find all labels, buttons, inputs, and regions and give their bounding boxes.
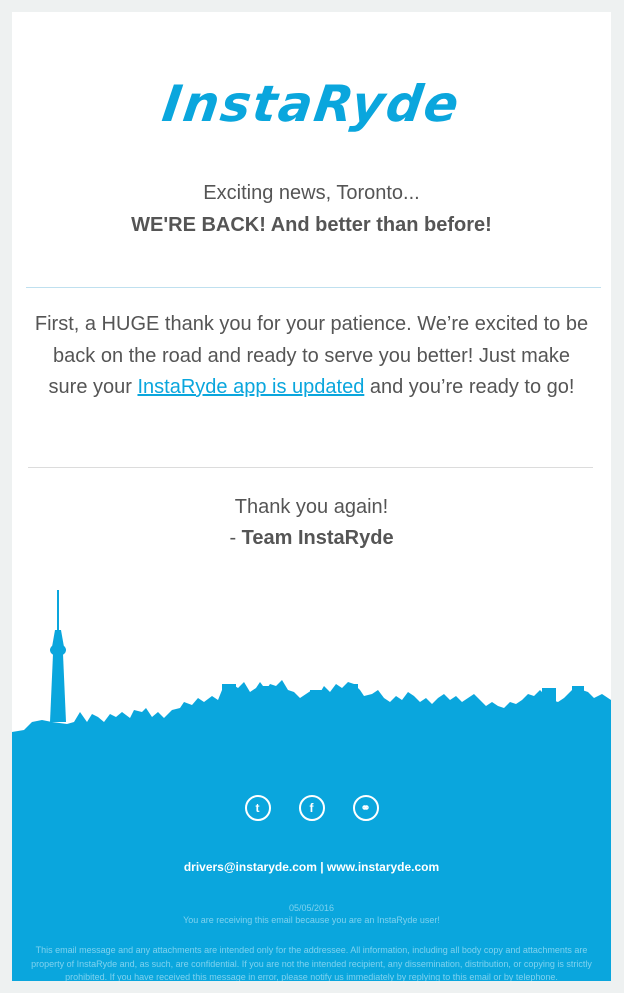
thanks-line: Thank you again! — [234, 496, 389, 518]
intro-block: Exciting news, Toronto... WE'RE BACK! An… — [12, 177, 611, 241]
logo-text: InstaRyde — [158, 75, 465, 133]
footer-meta: 05/05/2016 You are receiving this email … — [12, 902, 611, 926]
divider-top — [26, 287, 601, 288]
signoff-block: Thank you again! - Team InstaRyde — [12, 492, 611, 554]
facebook-glyph: f — [309, 801, 314, 815]
intro-headline: Exciting news, Toronto... — [203, 182, 420, 204]
body-paragraph: First, a HUGE thank you for your patienc… — [32, 309, 591, 404]
link-icon[interactable]: ⚭ — [352, 795, 379, 821]
logo[interactable]: InstaRyde — [12, 68, 611, 140]
twitter-glyph: t — [255, 801, 260, 815]
legal-disclaimer: This email message and any attachments a… — [31, 945, 592, 982]
team-dash: - — [229, 527, 242, 549]
twitter-icon[interactable]: t — [244, 795, 271, 821]
link-glyph: ⚭ — [360, 801, 371, 815]
send-date: 05/05/2016 — [288, 903, 335, 913]
receive-reason: You are receiving this email because you… — [183, 915, 440, 925]
team-name: Team InstaRyde — [241, 527, 394, 549]
contact-line[interactable]: drivers@instaryde.com | www.instaryde.co… — [12, 860, 611, 874]
social-links: t f ⚭ — [12, 795, 611, 821]
body-text-part2: and you’re ready to go! — [364, 376, 575, 398]
divider-bottom — [28, 467, 593, 468]
app-update-link[interactable]: InstaRyde app is updated — [137, 376, 364, 398]
facebook-icon[interactable]: f — [298, 795, 325, 821]
footer: t f ⚭ drivers@instaryde.com | www.instar… — [12, 732, 611, 993]
intro-subheadline: WE'RE BACK! And better than before! — [131, 214, 492, 236]
email-card: InstaRyde Exciting news, Toronto... WE'R… — [12, 12, 611, 993]
bottom-strip — [0, 981, 624, 993]
team-line: - Team InstaRyde — [12, 523, 611, 554]
